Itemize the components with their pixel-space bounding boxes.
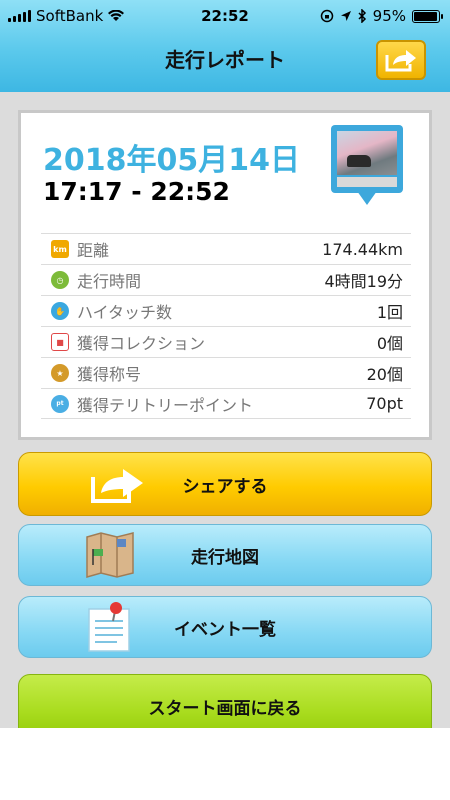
photo-pin[interactable]: [331, 125, 403, 205]
stat-label: 獲得称号: [77, 365, 142, 384]
stat-row-titles: ★ 獲得称号 20個: [41, 357, 411, 388]
event-list-button-label: イベント一覧: [174, 619, 276, 640]
stat-row-distance: km 距離 174.44km: [41, 233, 411, 264]
back-to-start-button-label: スタート画面に戻る: [148, 698, 302, 719]
report-card: 2018年05月14日 17:17 - 22:52 km 距離 174.44km…: [18, 110, 432, 440]
battery-percent: 95%: [372, 7, 406, 25]
share-icon: [385, 50, 416, 72]
stat-value: 174.44km: [322, 239, 403, 259]
event-list-button[interactable]: イベント一覧: [18, 596, 432, 658]
stats-list: km 距離 174.44km ◷ 走行時間 4時間19分 ✋ ハイタッチ数 1回…: [41, 233, 411, 419]
stat-value: 20個: [366, 365, 403, 384]
report-date: 2018年05月14日: [43, 143, 300, 178]
car-collection-icon: ■: [51, 333, 69, 351]
stat-value: 4時間19分: [324, 272, 403, 291]
stat-row-drive-time: ◷ 走行時間 4時間19分: [41, 264, 411, 295]
stat-row-high-touch: ✋ ハイタッチ数 1回: [41, 295, 411, 326]
stat-value: 1回: [376, 303, 403, 322]
memo-pin-icon: [88, 602, 130, 652]
stat-label: 獲得コレクション: [77, 334, 206, 353]
map-icon: [86, 532, 134, 578]
share-top-button[interactable]: [376, 40, 426, 80]
rotation-lock-icon: [320, 9, 333, 23]
territory-point-icon: pt: [51, 394, 69, 413]
share-icon: [91, 469, 143, 503]
stat-row-collection: ■ 獲得コレクション 0個: [41, 326, 411, 357]
drive-map-button-label: 走行地図: [191, 547, 259, 568]
km-icon: km: [51, 240, 69, 258]
battery-icon: [412, 9, 443, 23]
stat-label: 走行時間: [77, 272, 142, 291]
bluetooth-icon: [358, 9, 366, 23]
high-touch-icon: ✋: [51, 302, 69, 320]
stat-label: ハイタッチ数: [77, 303, 173, 322]
stat-value: 70pt: [366, 394, 403, 413]
drive-photo: [337, 131, 397, 175]
clock-icon: ◷: [51, 271, 69, 289]
status-bar: SoftBank 22:52 95%: [0, 0, 450, 32]
stat-label: 距離: [77, 241, 110, 260]
share-button[interactable]: シェアする: [18, 452, 432, 516]
share-button-label: シェアする: [182, 476, 268, 497]
stat-label: 獲得テリトリーポイント: [77, 395, 254, 415]
medal-icon: ★: [51, 364, 69, 382]
bottom-area: [0, 728, 450, 800]
header-bar: SoftBank 22:52 95% 走行レポート: [0, 0, 450, 92]
stat-value: 0個: [376, 334, 403, 353]
location-icon: [340, 11, 351, 21]
report-time-range: 17:17 - 22:52: [43, 177, 230, 206]
stat-row-territory: pt 獲得テリトリーポイント 70pt: [41, 388, 411, 419]
drive-map-button[interactable]: 走行地図: [18, 524, 432, 586]
